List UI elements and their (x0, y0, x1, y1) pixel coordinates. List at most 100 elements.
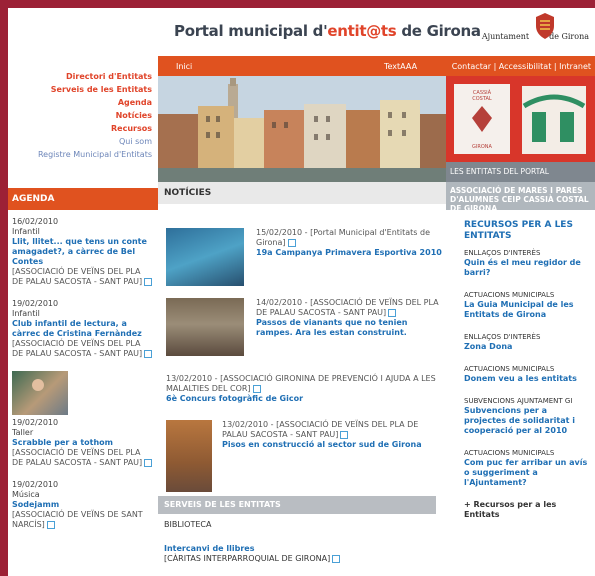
event-org: [ASSOCIACIÓ DE VEÏNS DEL PLA DE PALAU SA… (12, 339, 143, 358)
external-link-icon[interactable] (287, 238, 296, 247)
news-title[interactable]: Passos de vianants que no tenien rampes.… (256, 318, 442, 338)
serveis-category: BIBLIOTECA (164, 520, 212, 529)
news-item: 13/02/2010 - [ASSOCIACIÓ DE VEÏNS DEL PL… (166, 420, 442, 492)
external-link-icon[interactable] (388, 308, 397, 317)
agenda-heading[interactable]: AGENDA (8, 188, 158, 210)
recurs-title[interactable]: Subvencions per a projectes de solidarit… (464, 406, 591, 436)
event-date: 19/02/2010 (12, 299, 59, 308)
news-title[interactable]: Pisos en construcció al sector sud de Gi… (222, 440, 442, 450)
news-thumbnail-swimmers[interactable] (166, 228, 244, 286)
event-photo[interactable] (12, 371, 68, 415)
news-meta: 13/02/2010 - [ASSOCIACIÓ DE VEÏNS DEL PL… (222, 420, 419, 439)
news-meta: 13/02/2010 - [ASSOCIACIÓ GIRONINA DE PRE… (166, 374, 436, 393)
news-thumbnail-building[interactable] (166, 420, 212, 492)
event-org: [ASSOCIACIÓ DE VEÏNS DEL PLA DE PALAU SA… (12, 448, 143, 467)
news-item: 13/02/2010 - [ASSOCIACIÓ GIRONINA DE PRE… (166, 374, 442, 404)
ajuntament-logo-text[interactable]: Ajuntament de Girona (482, 32, 589, 41)
site-title[interactable]: Portal municipal d'entit@ts de Girona (174, 22, 481, 40)
recursos-heading[interactable]: RECURSOS PER A LES ENTITATS (446, 210, 595, 248)
external-link-icon[interactable] (144, 349, 153, 358)
serveis-item: BIBLIOTECA Intercanvi de llibres [CÀRITA… (164, 520, 434, 564)
recurs-category: ACTUACIONS MUNICIPALS (464, 449, 555, 457)
event-title[interactable]: Scrabble per a tothom (12, 438, 154, 448)
recurs-category: ENLLAÇOS D'INTERÈS (464, 333, 541, 341)
entitats-del-portal-bar[interactable]: LES ENTITATS DEL PORTAL (446, 162, 595, 182)
event-category: Música (12, 490, 40, 499)
recurs-title[interactable]: Donem veu a les entitats (464, 374, 591, 384)
serveis-heading[interactable]: SERVEIS DE LES ENTITATS (158, 496, 436, 514)
nav-agenda[interactable]: Agenda (38, 96, 152, 109)
title-suffix: de Girona (396, 22, 481, 40)
news-item: 14/02/2010 - [ASSOCIACIÓ DE VEÏNS DEL PL… (166, 298, 442, 358)
top-navbar: Inici TextAAA Contactar | Accessibilitat… (158, 58, 595, 76)
event-date: 19/02/2010 (12, 480, 59, 489)
news-item: 15/02/2010 - [Portal Municipal d'Entitat… (166, 228, 442, 288)
recurs-title[interactable]: La Guia Municipal de les Entitats de Gir… (464, 300, 591, 320)
news-title[interactable]: 6è Concurs fotogràfic de Gicor (166, 394, 442, 404)
featured-entitat-name[interactable]: ASSOCIACIÓ DE MARES I PARES D'ALUMNES CE… (446, 182, 595, 213)
external-link-icon[interactable] (332, 554, 341, 563)
recurs-category: SUBVENCIONS AJUNTAMENT GI (464, 397, 573, 405)
card-line2: COSTAL (472, 96, 492, 102)
ajuntament-word: Ajuntament (481, 32, 530, 41)
agenda-event: 19/02/2010 Infantil Club infantil de lec… (12, 299, 154, 359)
agenda-panel: AGENDA 16/02/2010 Infantil Llit, llitet.… (8, 188, 158, 576)
recurs-item: SUBVENCIONS AJUNTAMENT GI Subvencions pe… (446, 396, 595, 436)
recurs-title[interactable]: Quin és el meu regidor de barri? (464, 258, 591, 278)
event-date: 19/02/2010 (12, 418, 59, 427)
page-frame: Directori d'Entitats Serveis de les Enti… (8, 8, 595, 576)
recurs-item: ACTUACIONS MUNICIPALS La Guia Municipal … (446, 290, 595, 320)
event-org: [ASSOCIACIÓ DE VEÏNS DEL PLA DE PALAU SA… (12, 267, 143, 286)
news-title[interactable]: 19a Campanya Primavera Esportiva 2010 (256, 248, 442, 258)
serveis-title[interactable]: Intercanvi de llibres (164, 544, 434, 554)
title-prefix: Portal municipal d' (174, 22, 328, 40)
noticies-heading[interactable]: NOTÍCIES (158, 182, 446, 204)
agenda-event: 19/02/2010 Música Sodejamm [ASSOCIACIÓ D… (12, 480, 154, 530)
nav-registre[interactable]: Registre Municipal d'Entitats (38, 148, 152, 161)
event-title[interactable]: Llit, llitet... que tens un conte amagad… (12, 237, 154, 267)
external-link-icon[interactable] (144, 458, 153, 467)
recurs-title[interactable]: Com puc fer arribar un avís o suggerimen… (464, 458, 591, 488)
event-title[interactable]: Club infantil de lectura, a càrrec de Cr… (12, 319, 154, 339)
title-highlight: entit@ts (327, 22, 397, 40)
event-org: [ASSOCIACIÓ DE VEÏNS DE SANT NARCÍS] (12, 510, 143, 529)
nav-directori[interactable]: Directori d'Entitats (38, 70, 152, 83)
event-category: Infantil (12, 309, 40, 318)
text-size-control[interactable]: TextAAA (384, 58, 417, 76)
nav-noticies[interactable]: Notícies (38, 109, 152, 122)
nav-recursos[interactable]: Recursos (38, 122, 152, 135)
recurs-item: ENLLAÇOS D'INTERÈS Zona Dona (446, 332, 595, 352)
utility-links[interactable]: Contactar | Accessibilitat | Intranet (452, 58, 591, 76)
more-recursos-link[interactable]: + Recursos per a les Entitats (446, 500, 595, 520)
recursos-panel: RECURSOS PER A LES ENTITATS ENLLAÇOS D'I… (446, 210, 595, 576)
external-link-icon[interactable] (46, 520, 55, 529)
entitat-promo-card[interactable]: CASSIÀ COSTAL GIRONA (446, 76, 595, 162)
recurs-category: ACTUACIONS MUNICIPALS (464, 291, 555, 299)
external-link-icon[interactable] (340, 430, 349, 439)
nav-qui-som[interactable]: Qui som (38, 135, 152, 148)
event-date: 16/02/2010 (12, 217, 59, 226)
recurs-item: ACTUACIONS MUNICIPALS Donem veu a les en… (446, 364, 595, 384)
noticies-panel: NOTÍCIES 15/02/2010 - [Portal Municipal … (158, 182, 446, 576)
school-logo-illustration: CASSIÀ COSTAL GIRONA (454, 84, 586, 154)
recurs-item: ENLLAÇOS D'INTERÈS Quin és el meu regido… (446, 248, 595, 278)
external-link-icon[interactable] (252, 384, 261, 393)
inici-link[interactable]: Inici (176, 58, 192, 76)
agenda-event: 19/02/2010 Taller Scrabble per a tothom … (12, 371, 154, 468)
event-title[interactable]: Sodejamm (12, 500, 154, 510)
event-category: Infantil (12, 227, 40, 236)
ajuntament-city: de Girona (549, 32, 589, 41)
card-bottom: GIRONA (472, 144, 492, 150)
card-line1: CASSIÀ (473, 89, 492, 96)
news-thumbnail-street[interactable] (166, 298, 244, 356)
recurs-category: ENLLAÇOS D'INTERÈS (464, 249, 541, 257)
recurs-item: ACTUACIONS MUNICIPALS Com puc fer arriba… (446, 448, 595, 488)
nav-serveis[interactable]: Serveis de les Entitats (38, 83, 152, 96)
external-link-icon[interactable] (144, 277, 153, 286)
hero-image-girona (158, 76, 446, 182)
news-meta: 14/02/2010 - [ASSOCIACIÓ DE VEÏNS DEL PL… (256, 298, 439, 317)
left-navigation: Directori d'Entitats Serveis de les Enti… (8, 8, 158, 178)
girona-houses-illustration (158, 76, 446, 182)
recurs-category: ACTUACIONS MUNICIPALS (464, 365, 555, 373)
recurs-title[interactable]: Zona Dona (464, 342, 591, 352)
